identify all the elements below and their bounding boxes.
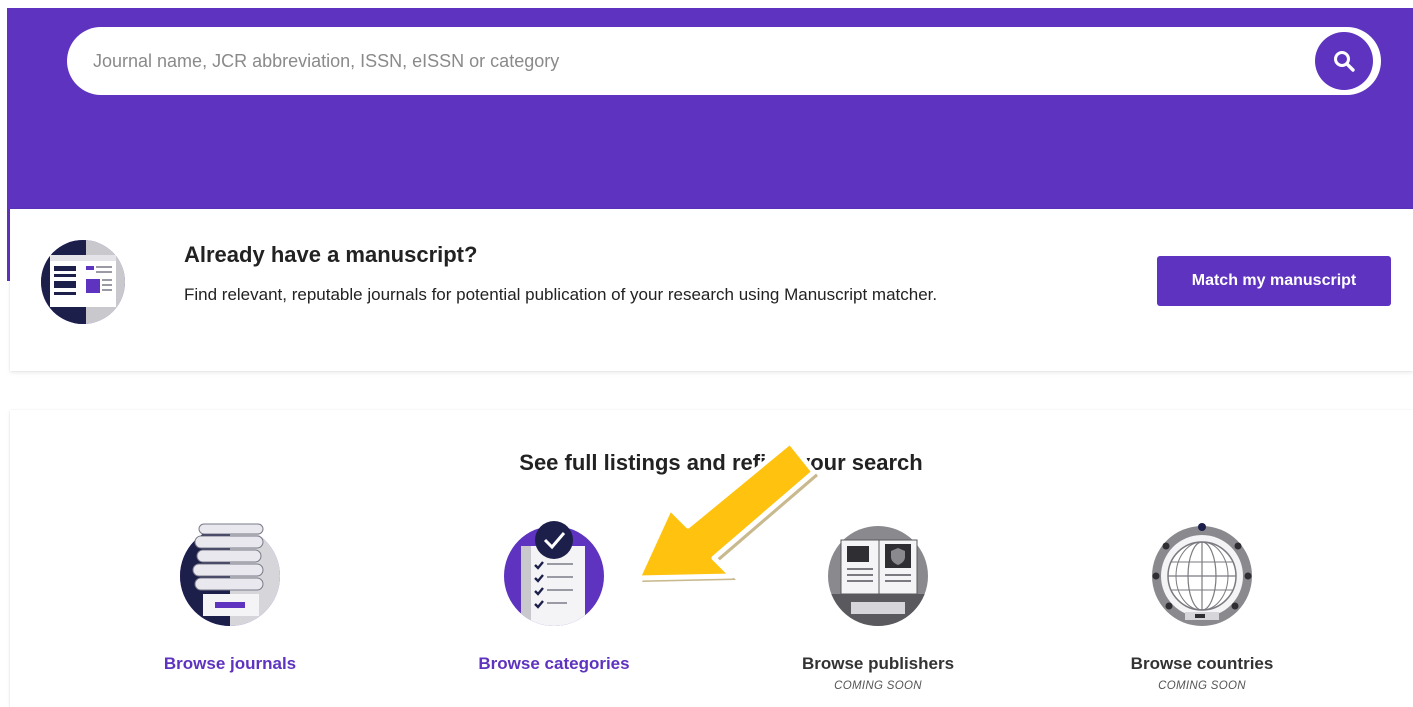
browse-countries-item: Browse countries COMING SOON [1082,518,1322,692]
search-button[interactable] [1315,32,1373,90]
manuscript-card: Already have a manuscript? Find relevant… [10,209,1413,371]
search-input[interactable] [67,27,1315,95]
browse-card: See full listings and refine your search… [10,410,1413,707]
browse-publishers-label: Browse publishers [801,654,955,673]
manuscript-title: Already have a manuscript? [184,242,478,267]
page: Already have a manuscript? Find relevant… [0,0,1413,707]
browse-categories-item[interactable]: Browse categories [434,518,674,674]
browse-journals-item[interactable]: Browse journals [110,518,350,674]
manuscript-description: Find relevant, reputable journals for po… [184,285,938,304]
browse-heading: See full listings and refine your search [519,450,923,475]
publishers-coming-soon: COMING SOON [834,680,922,692]
categories-icon [504,521,604,626]
browse-publishers-item: Browse publishers COMING SOON [758,518,998,692]
search-bar [67,27,1381,95]
journals-icon [180,523,280,626]
countries-coming-soon: COMING SOON [1158,680,1246,692]
search-icon [1334,51,1355,72]
publishers-icon [828,526,928,626]
manuscript-illustration [41,240,125,324]
browse-countries-label: Browse countries [1130,654,1274,673]
match-manuscript-button[interactable]: Match my manuscript [1157,256,1391,306]
browse-journals-link[interactable]: Browse journals [110,654,350,674]
countries-icon [1152,523,1252,626]
browse-categories-link[interactable]: Browse categories [434,654,674,674]
